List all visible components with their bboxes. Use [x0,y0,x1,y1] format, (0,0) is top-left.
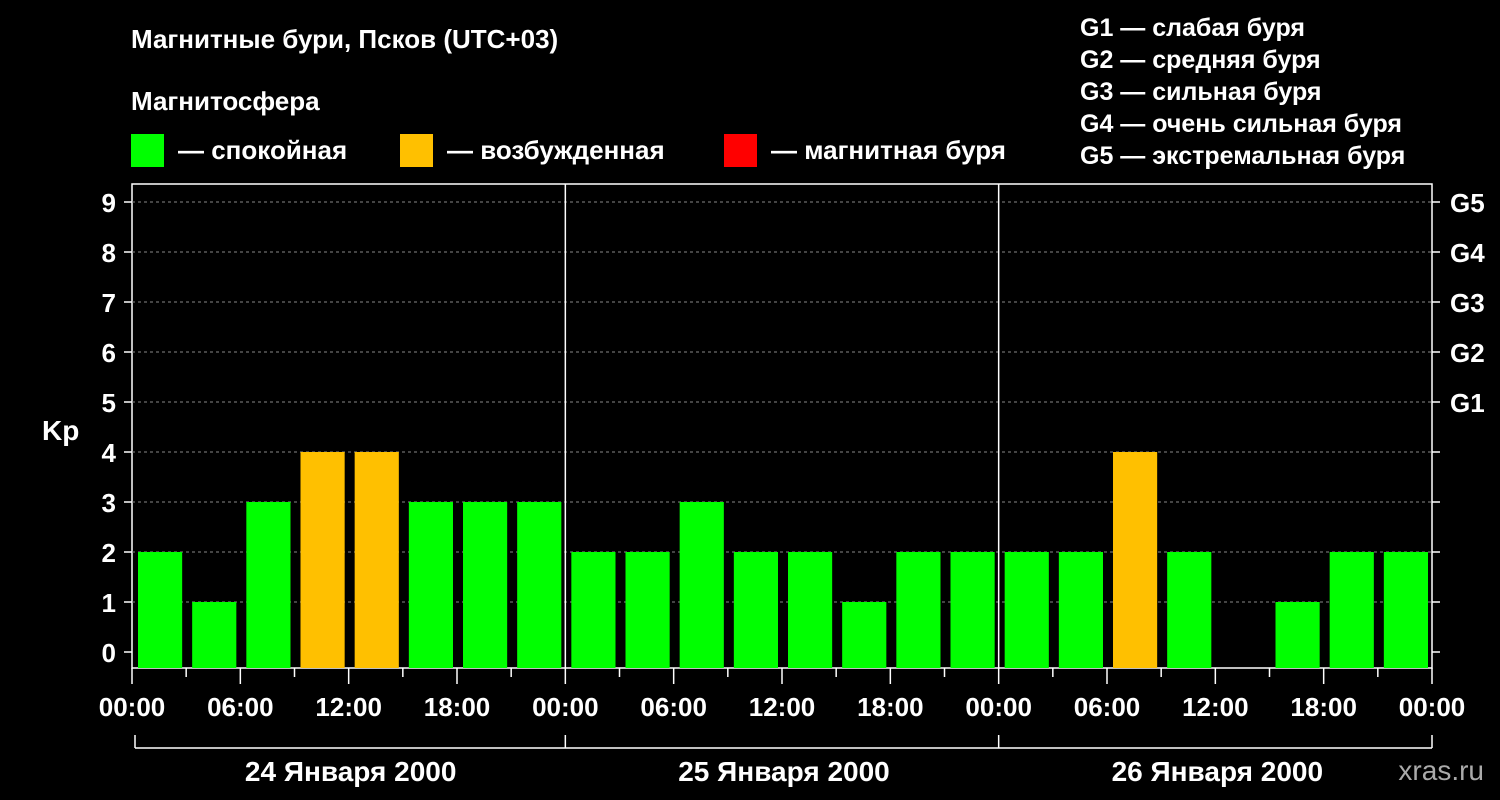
y-tick-label: 2 [102,538,116,568]
x-tick-label: 06:00 [1074,692,1141,722]
kp-bar [625,552,670,668]
kp-bar [1004,552,1049,668]
kp-bar [1383,552,1428,668]
kp-bar [842,602,887,668]
x-tick-label: 00:00 [1399,692,1466,722]
watermark: xras.ru [1398,755,1484,786]
kp-bar [788,552,833,668]
kp-bar [354,452,399,668]
kp-bar [733,552,778,668]
day-label: 24 Января 2000 [245,756,457,787]
y-tick-label: 7 [102,288,116,318]
kp-bar [138,552,183,668]
y-tick-label: 3 [102,488,116,518]
y-tick-label: 6 [102,338,116,368]
kp-bar [408,502,453,668]
x-tick-label: 00:00 [99,692,166,722]
y-tick-label: 9 [102,188,116,218]
g-tick-label: G5 [1450,188,1485,218]
y-tick-label: 4 [102,438,117,468]
kp-bar [1058,552,1103,668]
kp-bar [571,552,616,668]
kp-bar [1113,452,1158,668]
kp-chart: 0 1 2 3 4 5 6 7 8 9 G1 G2 G3 G4 G5 Kp 00:00 06:00 12:00 18:… [42,183,1485,787]
x-tick-label: 06:00 [207,692,274,722]
day-label: 25 Января 2000 [678,756,890,787]
y-tick-label: 0 [102,638,116,668]
x-tick-label: 00:00 [532,692,599,722]
y-tick-label: 8 [102,238,116,268]
g-tick-label: G4 [1450,238,1485,268]
kp-bar [517,502,562,668]
y-axis-label: Kp [42,415,79,446]
kp-bar [1329,552,1374,668]
day-label: 26 Января 2000 [1112,756,1324,787]
kp-bar [192,602,237,668]
kp-bar [1167,552,1212,668]
x-tick-label: 12:00 [315,692,382,722]
kp-bar [300,452,345,668]
g-tick-label: G3 [1450,288,1485,318]
x-tick-label: 12:00 [1182,692,1249,722]
x-tick-label: 00:00 [965,692,1032,722]
kp-bar [1275,602,1320,668]
y-tick-label: 5 [102,388,116,418]
kp-bar [246,502,291,668]
y-tick-label: 1 [102,588,116,618]
x-tick-label: 12:00 [749,692,816,722]
x-tick-label: 18:00 [424,692,491,722]
kp-bar [896,552,941,668]
kp-bar [950,552,995,668]
x-tick-label: 06:00 [640,692,707,722]
x-tick-label: 18:00 [1290,692,1357,722]
kp-bar [679,502,724,668]
g-tick-label: G1 [1450,388,1485,418]
g-tick-label: G2 [1450,338,1485,368]
x-tick-label: 18:00 [857,692,924,722]
kp-bar [463,502,508,668]
